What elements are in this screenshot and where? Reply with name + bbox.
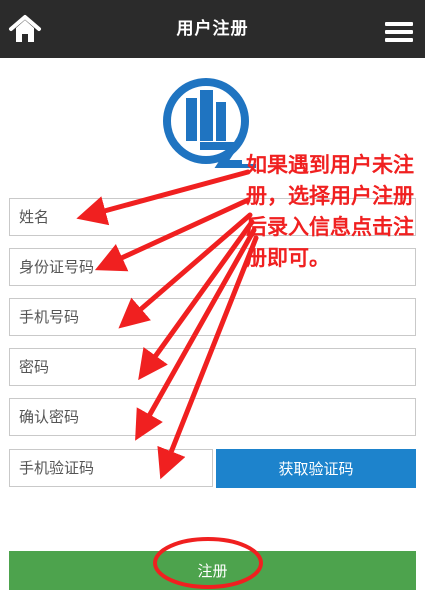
sms-code-input[interactable]	[9, 449, 213, 487]
annotation-note: 如果遇到用户未注册，选择用户注册后录入信息点击注册即可。	[246, 153, 414, 270]
page-title: 用户注册	[176, 19, 249, 39]
menu-button[interactable]	[385, 22, 413, 44]
password-input[interactable]	[9, 348, 416, 386]
app-header: 用户注册	[0, 0, 425, 58]
confirm-password-input[interactable]	[9, 398, 416, 436]
menu-icon	[385, 22, 413, 42]
phone-input[interactable]	[9, 298, 416, 336]
register-button[interactable]: 注册	[9, 551, 416, 590]
get-code-button[interactable]: 获取验证码	[216, 449, 416, 488]
